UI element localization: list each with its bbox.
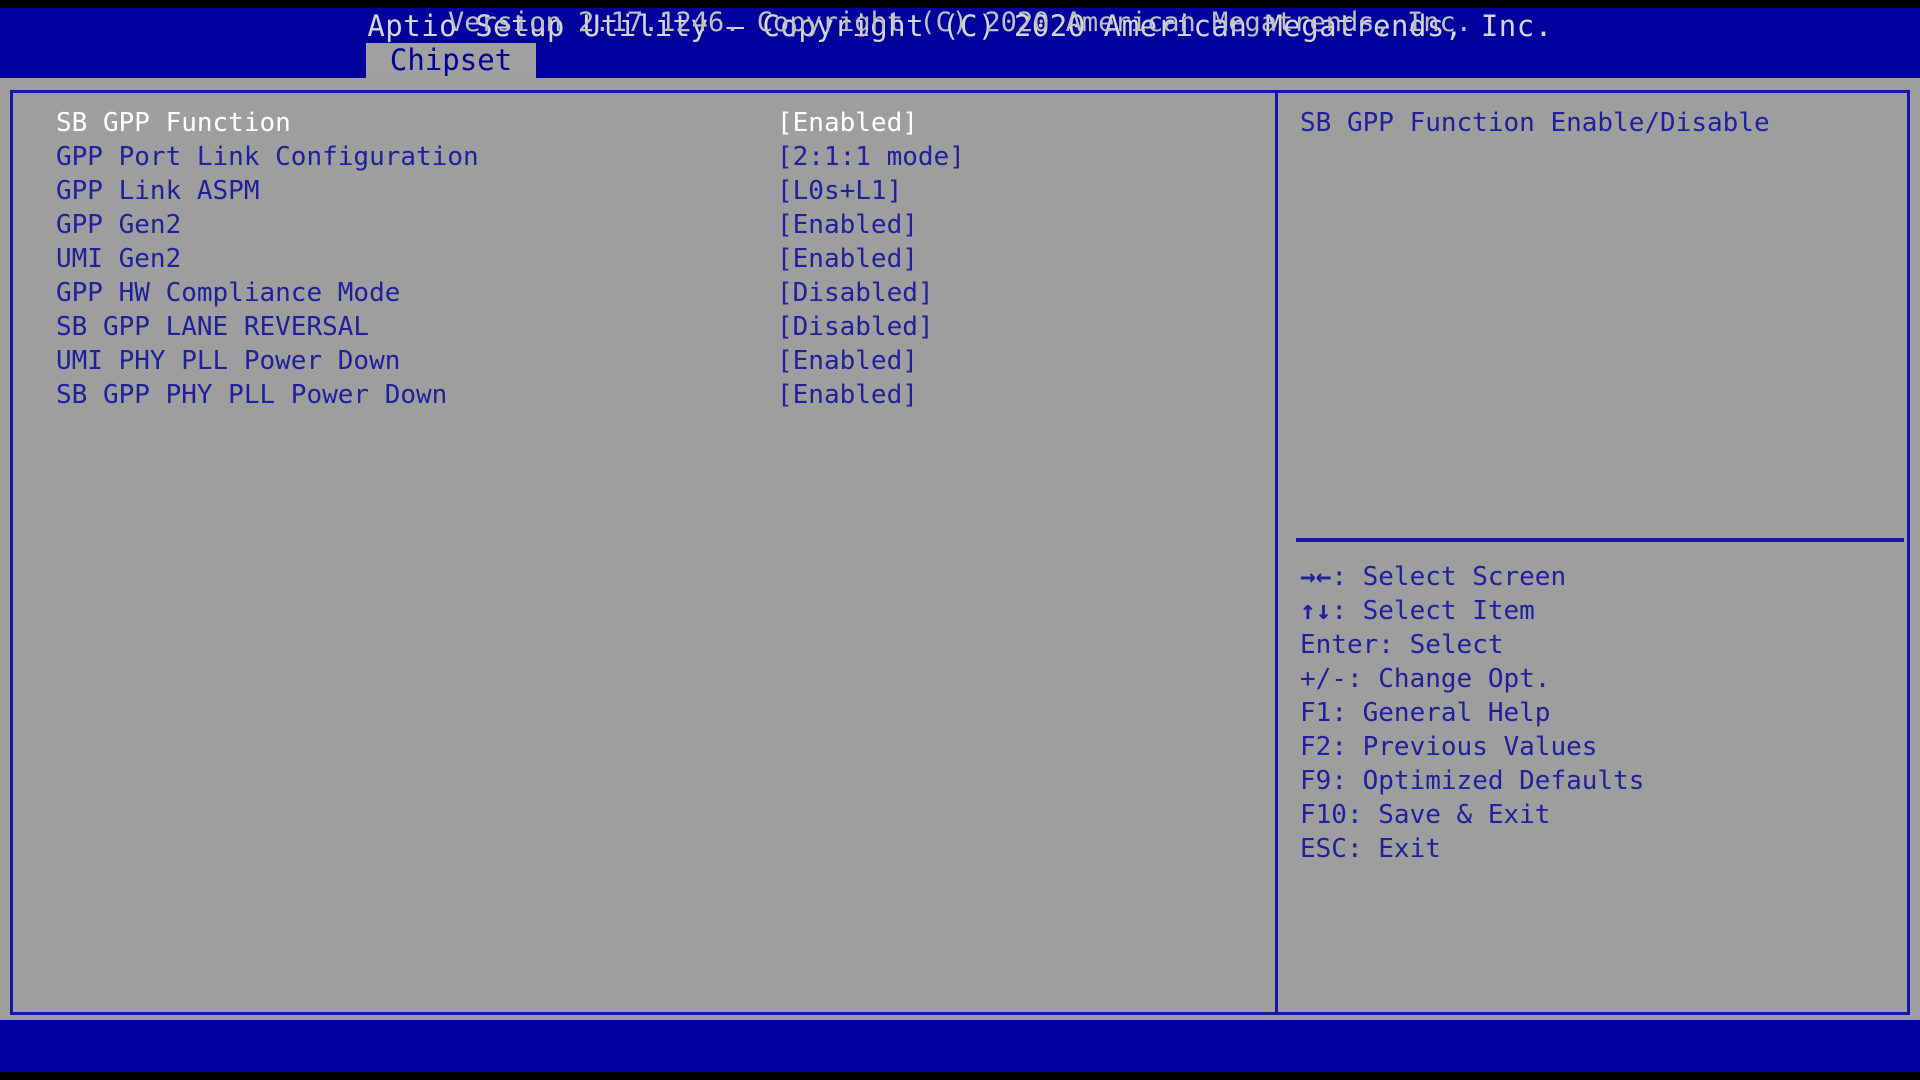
bottom-black-bar bbox=[0, 1072, 1920, 1080]
legend-key: +/- bbox=[1300, 664, 1347, 694]
legend-key: F1 bbox=[1300, 698, 1332, 728]
setting-label: UMI Gen2 bbox=[56, 244, 182, 274]
setting-value[interactable]: [Enabled] bbox=[777, 242, 918, 276]
legend-key: F9 bbox=[1300, 766, 1332, 796]
legend-key: ESC bbox=[1300, 834, 1347, 864]
setting-value[interactable]: [L0s+L1] bbox=[777, 174, 902, 208]
setting-row-gpp-gen2[interactable]: GPP Gen2 [Enabled] bbox=[56, 208, 1236, 242]
legend-label: : Optimized Defaults bbox=[1331, 766, 1645, 796]
version-footer: Version 2.17.1246. Copyright (C) 2020 Am… bbox=[447, 7, 1473, 38]
bios-setup-screen: Aptio Setup Utility – Copyright (C) 2020… bbox=[0, 0, 1920, 1080]
setting-value[interactable]: [Enabled] bbox=[777, 344, 918, 378]
setting-value[interactable]: [Enabled] bbox=[777, 378, 918, 412]
setting-value[interactable]: [Disabled] bbox=[777, 276, 934, 310]
setting-row-sb-gpp-lane-reversal[interactable]: SB GPP LANE REVERSAL [Disabled] bbox=[56, 310, 1236, 344]
legend-label: : Change Opt. bbox=[1346, 664, 1551, 694]
tab-chipset[interactable]: Chipset bbox=[366, 43, 536, 78]
setting-value[interactable]: [Disabled] bbox=[777, 310, 934, 344]
setting-row-umi-phy-pll-power-down[interactable]: UMI PHY PLL Power Down [Enabled] bbox=[56, 344, 1236, 378]
setting-label: GPP Port Link Configuration bbox=[56, 142, 479, 172]
legend-key: F10 bbox=[1300, 800, 1347, 830]
setting-row-gpp-link-aspm[interactable]: GPP Link ASPM [L0s+L1] bbox=[56, 174, 1236, 208]
setting-label: SB GPP PHY PLL Power Down bbox=[56, 380, 448, 410]
help-description: SB GPP Function Enable/Disable bbox=[1300, 108, 1770, 138]
setting-row-sb-gpp-function[interactable]: SB GPP Function [Enabled] bbox=[56, 106, 1236, 140]
setting-label: GPP Link ASPM bbox=[56, 176, 260, 206]
setting-row-gpp-port-link-configuration[interactable]: GPP Port Link Configuration [2:1:1 mode] bbox=[56, 140, 1236, 174]
setting-row-sb-gpp-phy-pll-power-down[interactable]: SB GPP PHY PLL Power Down [Enabled] bbox=[56, 378, 1236, 412]
legend-label: : Exit bbox=[1346, 834, 1441, 864]
legend-row-exit: ESC: Exit bbox=[1300, 832, 1900, 866]
key-legend: →←: Select Screen ↑↓: Select Item Enter:… bbox=[1300, 560, 1900, 866]
help-panel: SB GPP Function Enable/Disable bbox=[1300, 106, 1900, 140]
setting-value[interactable]: [2:1:1 mode] bbox=[777, 140, 965, 174]
legend-row-optimized-defaults: F9: Optimized Defaults bbox=[1300, 764, 1900, 798]
setting-label: GPP Gen2 bbox=[56, 210, 182, 240]
legend-key: F2 bbox=[1300, 732, 1332, 762]
legend-row-general-help: F1: General Help bbox=[1300, 696, 1900, 730]
setting-label: SB GPP Function bbox=[56, 108, 291, 138]
legend-row-change-opt: +/-: Change Opt. bbox=[1300, 662, 1900, 696]
legend-label: : Select Item bbox=[1331, 596, 1535, 626]
footer-band bbox=[0, 1020, 1920, 1072]
legend-row-save-and-exit: F10: Save & Exit bbox=[1300, 798, 1900, 832]
settings-list: SB GPP Function [Enabled] GPP Port Link … bbox=[56, 106, 1236, 412]
setting-label: GPP HW Compliance Mode bbox=[56, 278, 401, 308]
arrow-left-right-icon: →← bbox=[1300, 562, 1332, 592]
arrow-up-down-icon: ↑↓ bbox=[1300, 596, 1332, 626]
legend-label: : General Help bbox=[1331, 698, 1551, 728]
legend-row-select-screen: →←: Select Screen bbox=[1300, 560, 1900, 594]
setting-value[interactable]: [Enabled] bbox=[777, 106, 918, 140]
legend-label: : Save & Exit bbox=[1346, 800, 1551, 830]
legend-row-previous-values: F2: Previous Values bbox=[1300, 730, 1900, 764]
setting-label: SB GPP LANE REVERSAL bbox=[56, 312, 370, 342]
legend-label: : Previous Values bbox=[1331, 732, 1598, 762]
legend-key: Enter bbox=[1300, 630, 1379, 660]
legend-row-enter-select: Enter: Select bbox=[1300, 628, 1900, 662]
legend-label: : Select bbox=[1378, 630, 1504, 660]
setting-label: UMI PHY PLL Power Down bbox=[56, 346, 401, 376]
setting-value[interactable]: [Enabled] bbox=[777, 208, 918, 242]
legend-row-select-item: ↑↓: Select Item bbox=[1300, 594, 1900, 628]
setting-row-gpp-hw-compliance-mode[interactable]: GPP HW Compliance Mode [Disabled] bbox=[56, 276, 1236, 310]
help-divider bbox=[1296, 538, 1904, 542]
legend-label: : Select Screen bbox=[1331, 562, 1567, 592]
setting-row-umi-gen2[interactable]: UMI Gen2 [Enabled] bbox=[56, 242, 1236, 276]
